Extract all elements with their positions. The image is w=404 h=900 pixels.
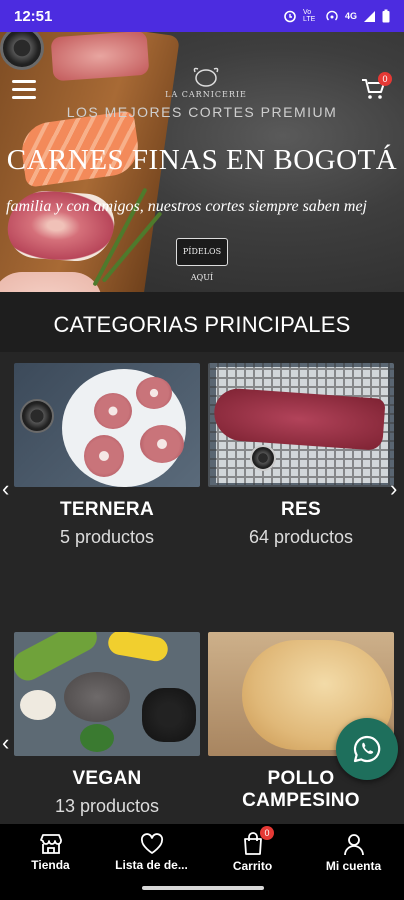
category-count: 5 productos	[59, 527, 155, 547]
bottom-navigation: Tienda Lista de de... 0 Carrito Mi cuent…	[0, 824, 404, 880]
network-type: 4G	[344, 11, 357, 21]
nav-label: Mi cuenta	[325, 858, 382, 873]
category-card-ternera[interactable]: TERNERA 5 productos	[14, 363, 200, 548]
hero-title: CARNES FINAS EN BOGOTÁ	[6, 144, 398, 176]
carousel-prev-arrow[interactable]: ‹	[2, 730, 9, 756]
cart-badge: 0	[378, 72, 392, 86]
category-count: 13 productos	[54, 796, 160, 816]
category-image	[14, 632, 200, 756]
bull-icon	[193, 67, 219, 87]
category-image	[14, 363, 200, 487]
pepper-bowl-image	[20, 399, 54, 433]
status-icons: Vo LTE 4G	[283, 9, 390, 23]
hero-banner[interactable]: LA CARNICERIE 0 LOS MEJORES CORTES PREMI…	[0, 32, 404, 292]
meat-image	[84, 435, 124, 477]
store-icon	[39, 833, 62, 854]
carousel-next-arrow[interactable]: ›	[390, 476, 397, 502]
order-here-button[interactable]: PÍDELOS AQUÍ	[176, 238, 228, 282]
category-name: RES	[281, 499, 321, 520]
greens-image	[80, 724, 114, 752]
home-gesture-bar[interactable]	[142, 886, 264, 890]
meat-image	[94, 393, 132, 429]
meat-image	[140, 425, 184, 463]
meat-cut-image	[50, 32, 150, 82]
category-name: TERNERA	[60, 499, 154, 520]
hero-subtitle: LOS MEJORES CORTES PREMIUM	[66, 104, 338, 120]
nav-label: Tienda	[31, 857, 70, 872]
cart-badge: 0	[260, 826, 274, 840]
gesture-area	[0, 880, 404, 900]
pepper-bowl-image	[250, 445, 276, 471]
section-header: CATEGORIAS PRINCIPALES	[0, 292, 404, 352]
heart-icon	[140, 832, 163, 854]
whatsapp-icon	[353, 735, 381, 763]
nav-item-wishlist[interactable]: Lista de de...	[101, 824, 202, 880]
nav-item-carrito[interactable]: 0 Carrito	[202, 824, 303, 880]
store-logo: LA CARNICERIE	[164, 66, 248, 106]
carousel-prev-arrow[interactable]: ‹	[2, 476, 9, 502]
onion-image	[20, 690, 56, 720]
banana-image	[106, 632, 170, 664]
category-card-vegan[interactable]: VEGAN 13 productos	[14, 632, 200, 817]
chicken-breast-image	[0, 272, 102, 292]
logo-text: LA CARNICERIE	[165, 90, 247, 99]
signal-icon	[364, 10, 375, 22]
section-title: CATEGORIAS PRINCIPALES	[53, 312, 351, 337]
burger-patty-image	[64, 672, 130, 722]
nav-label: Lista de de...	[115, 857, 188, 872]
battery-icon	[382, 9, 390, 23]
nav-item-tienda[interactable]: Tienda	[0, 824, 101, 880]
volte-indicator: Vo LTE	[302, 9, 316, 23]
category-count: 64 productos	[248, 527, 354, 547]
whatsapp-button[interactable]	[336, 718, 398, 780]
category-image	[208, 363, 394, 487]
alarm-icon	[284, 10, 296, 23]
category-name: VEGAN	[72, 768, 142, 789]
status-bar: 12:51 Vo LTE 4G	[0, 0, 404, 32]
nav-item-mi-cuenta[interactable]: Mi cuenta	[303, 824, 404, 880]
menu-button[interactable]	[12, 80, 36, 100]
hero-tagline: familia y con amigos, nuestros cortes si…	[6, 198, 367, 215]
hotspot-icon	[326, 10, 338, 21]
nav-label: Carrito	[232, 858, 273, 873]
header-cart-button[interactable]: 0	[360, 72, 392, 104]
category-card-res[interactable]: RES 64 productos	[208, 363, 394, 548]
user-icon	[343, 833, 364, 855]
status-time: 12:51	[14, 7, 53, 25]
beans-image	[142, 688, 196, 742]
meat-image	[136, 377, 172, 409]
